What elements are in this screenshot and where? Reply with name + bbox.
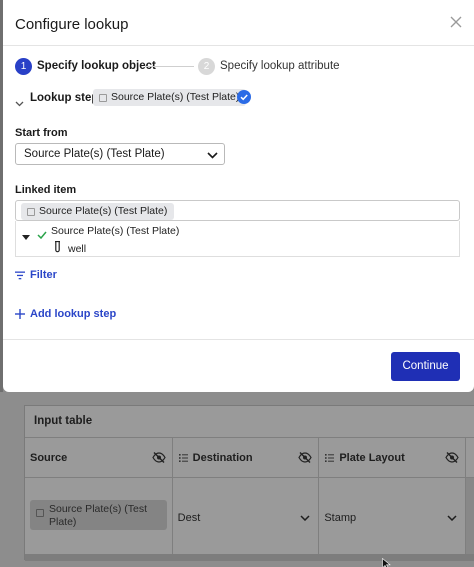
start-from-select[interactable]: Source Plate(s) (Test Plate) xyxy=(15,143,225,165)
column-plate-layout-label: Plate Layout xyxy=(339,451,405,464)
input-table-header: Source Destination Plate Layout xyxy=(25,438,474,478)
tree-item-source-plate[interactable]: Source Plate(s) (Test Plate) xyxy=(51,225,179,237)
cell-overflow xyxy=(466,478,474,554)
column-destination[interactable]: Destination xyxy=(173,438,320,477)
add-lookup-step-label: Add lookup step xyxy=(30,308,117,320)
lookup-step-chip-label: Source Plate(s) (Test Plate) xyxy=(111,91,240,103)
column-source-label: Source xyxy=(30,451,68,464)
divider xyxy=(3,45,474,46)
test-tube-icon xyxy=(54,240,61,258)
configure-lookup-modal: Configure lookup 1 Specify lookup object… xyxy=(3,0,474,392)
eye-off-icon[interactable] xyxy=(151,452,166,466)
cell-destination-value: Dest xyxy=(177,512,201,524)
check-circle-icon xyxy=(237,90,251,104)
linked-item-label: Linked item xyxy=(15,184,77,196)
input-table: Input table Source Destination Plate Lay… xyxy=(24,405,474,561)
continue-button[interactable]: Continue xyxy=(391,352,460,381)
list-icon xyxy=(178,453,188,462)
close-icon[interactable] xyxy=(449,15,463,29)
cell-source[interactable]: Source Plate(s) (Test Plate) xyxy=(25,478,173,554)
cell-plate-layout-value: Stamp xyxy=(324,512,357,524)
tree-item-well[interactable]: well xyxy=(68,243,86,255)
lookup-step-chip: Source Plate(s) (Test Plate) xyxy=(93,89,247,106)
eye-off-icon[interactable] xyxy=(445,452,459,466)
caret-down-icon[interactable] xyxy=(22,228,30,246)
eye-off-icon[interactable] xyxy=(298,452,313,466)
start-from-label: Start from xyxy=(15,127,68,139)
step-1-number[interactable]: 1 xyxy=(15,58,32,75)
divider xyxy=(3,339,474,340)
linked-item-chip: Source Plate(s) (Test Plate) xyxy=(21,203,175,220)
filter-icon xyxy=(15,271,25,280)
table-row: Source Plate(s) (Test Plate) Dest Stamp xyxy=(25,478,474,554)
cell-plate-layout[interactable]: Stamp xyxy=(319,478,467,554)
chevron-down-icon[interactable] xyxy=(300,512,310,524)
chevron-down-icon[interactable] xyxy=(15,94,24,112)
linked-item-chip-label: Source Plate(s) (Test Plate) xyxy=(39,205,168,217)
filter-label: Filter xyxy=(30,269,57,281)
linked-item-tree: Source Plate(s) (Test Plate) well xyxy=(15,221,460,257)
modal-title: Configure lookup xyxy=(15,16,129,33)
cell-destination[interactable]: Dest xyxy=(173,478,320,554)
chevron-down-icon[interactable] xyxy=(447,512,457,524)
start-from-value: Source Plate(s) (Test Plate) xyxy=(24,148,165,160)
step-connector xyxy=(145,66,194,67)
column-destination-label: Destination xyxy=(192,451,253,464)
plus-icon xyxy=(15,309,25,319)
table-icon xyxy=(99,94,107,102)
input-table-title: Input table xyxy=(25,406,474,438)
column-plate-layout[interactable]: Plate Layout xyxy=(319,438,467,477)
chevron-down-icon xyxy=(207,150,218,162)
linked-item-field[interactable]: Source Plate(s) (Test Plate) xyxy=(15,200,460,221)
source-chip: Source Plate(s) (Test Plate) xyxy=(30,500,167,530)
add-lookup-step-button[interactable]: Add lookup step xyxy=(15,308,116,320)
filter-button[interactable]: Filter xyxy=(15,269,57,281)
step-1-label[interactable]: Specify lookup object xyxy=(37,60,156,72)
source-chip-label: Source Plate(s) (Test Plate) xyxy=(49,503,148,528)
column-source[interactable]: Source xyxy=(25,438,173,477)
column-overflow xyxy=(466,438,474,477)
cursor-icon xyxy=(382,556,391,567)
lookup-step-row[interactable]: Lookup step Source Plate(s) (Test Plate) xyxy=(15,89,315,107)
stepper: 1 Specify lookup object 2 Specify lookup… xyxy=(15,58,455,76)
lookup-step-label: Lookup step xyxy=(30,92,99,104)
step-2-label[interactable]: Specify lookup attribute xyxy=(220,60,340,72)
horizontal-scrollbar[interactable] xyxy=(25,554,474,561)
table-icon xyxy=(27,208,35,216)
list-icon xyxy=(325,453,335,462)
checkmark-icon xyxy=(37,226,47,244)
step-2-number[interactable]: 2 xyxy=(198,58,215,75)
table-icon xyxy=(36,509,44,517)
